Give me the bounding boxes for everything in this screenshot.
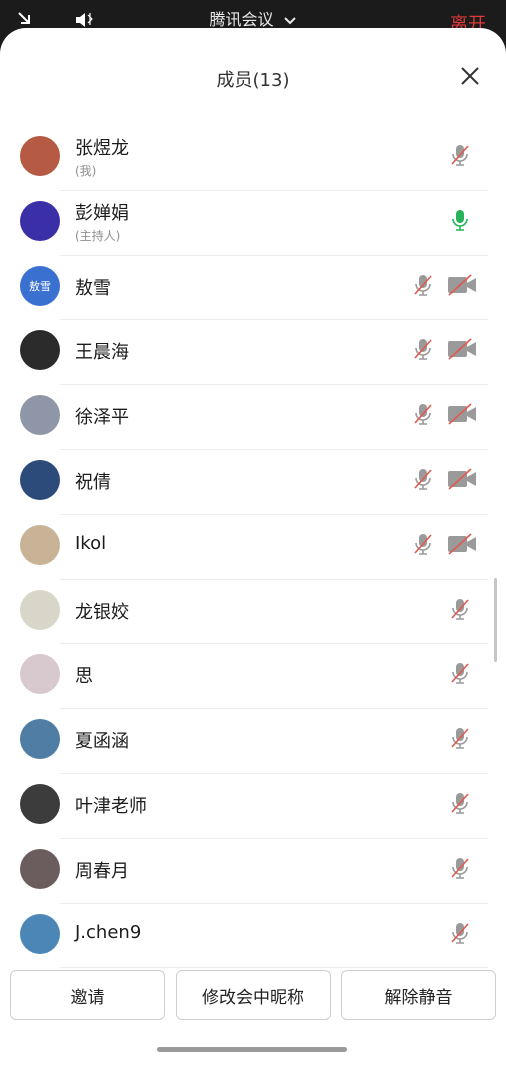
home-indicator (157, 1047, 347, 1052)
member-name: 祝倩 (75, 471, 111, 493)
member-row[interactable]: 夏函涵 (0, 709, 506, 774)
member-name: 龙银姣 (75, 601, 129, 623)
member-name: 敖雪 (75, 277, 111, 299)
avatar (20, 395, 60, 436)
avatar (20, 913, 60, 954)
member-row[interactable]: 徐泽平 (0, 385, 506, 450)
mic-muted-icon[interactable] (447, 855, 473, 881)
camera-off-icon[interactable] (446, 403, 478, 425)
member-list: 张煜龙 (我) 彭婵娟 (主持人) 敖雪 敖雪王晨海徐泽平祝倩 Ikol 龙银姣思夏函涵叶津老… (0, 126, 506, 969)
mic-muted-icon[interactable] (410, 531, 436, 557)
close-button[interactable] (458, 64, 482, 88)
meeting-title-text: 腾讯会议 (209, 10, 274, 29)
member-name: 徐泽平 (75, 407, 129, 429)
avatar (20, 783, 60, 824)
member-row[interactable]: 祝倩 (0, 450, 506, 515)
rename-button[interactable]: 修改会中昵称 (175, 970, 331, 1020)
member-row[interactable]: 张煜龙 (我) (0, 126, 506, 191)
mic-muted-icon[interactable] (410, 466, 436, 492)
members-sheet: 成员(13) 张煜龙 (我) 彭婵娟 (主持人) 敖雪 敖雪王晨海徐泽平祝倩 Ikol 龙银姣… (0, 28, 506, 1087)
avatar (20, 459, 60, 500)
invite-button[interactable]: 邀请 (10, 970, 165, 1020)
member-row[interactable]: 彭婵娟 (主持人) (0, 191, 506, 256)
unmute-button[interactable]: 解除静音 (341, 970, 496, 1020)
footer-actions: 邀请 修改会中昵称 解除静音 (0, 970, 506, 1030)
avatar (20, 654, 60, 695)
camera-off-icon[interactable] (446, 274, 478, 296)
member-role: (主持人) (75, 228, 121, 243)
avatar (20, 330, 60, 371)
avatar (20, 848, 60, 889)
avatar (20, 136, 60, 176)
mic-muted-icon[interactable] (447, 142, 473, 168)
close-icon (461, 67, 479, 85)
member-row[interactable]: 思 (0, 644, 506, 710)
mic-active-icon[interactable] (447, 207, 473, 233)
scrollbar[interactable] (494, 578, 497, 662)
member-name: 周春月 (75, 860, 129, 882)
member-name: Ikol (75, 532, 107, 554)
member-name: J.chen9 (75, 921, 142, 943)
member-role: (我) (75, 164, 97, 178)
avatar (20, 719, 60, 760)
camera-off-icon[interactable] (446, 338, 478, 360)
member-name: 叶津老师 (75, 795, 147, 817)
sheet-title: 成员(13) (216, 70, 290, 91)
member-row[interactable]: 王晨海 (0, 320, 506, 386)
member-row[interactable]: Ikol (0, 515, 506, 580)
avatar (20, 589, 60, 630)
mic-muted-icon[interactable] (447, 790, 473, 816)
mic-muted-icon[interactable] (410, 272, 436, 298)
member-row[interactable]: J.chen9 (0, 904, 506, 969)
mic-muted-icon[interactable] (447, 660, 473, 686)
member-row[interactable]: 周春月 (0, 839, 506, 904)
avatar (20, 524, 60, 565)
mic-muted-icon[interactable] (410, 336, 436, 362)
divider (60, 967, 488, 969)
member-name: 张煜龙 (75, 138, 129, 159)
camera-off-icon[interactable] (446, 468, 478, 490)
avatar (20, 200, 60, 241)
member-name: 夏函涵 (75, 731, 129, 753)
member-name: 王晨海 (75, 342, 129, 364)
mic-muted-icon[interactable] (410, 401, 436, 427)
member-row[interactable]: 敖雪 敖雪 (0, 256, 506, 321)
meeting-title[interactable]: 腾讯会议 (0, 6, 506, 30)
avatar: 敖雪 (20, 265, 60, 306)
mic-muted-icon[interactable] (447, 596, 473, 622)
mic-muted-icon[interactable] (447, 920, 473, 946)
member-name: 彭婵娟 (75, 202, 129, 224)
camera-off-icon[interactable] (446, 533, 478, 555)
member-row[interactable]: 叶津老师 (0, 774, 506, 839)
member-row[interactable]: 龙银姣 (0, 580, 506, 645)
member-name: 思 (75, 666, 93, 688)
mic-muted-icon[interactable] (447, 725, 473, 751)
